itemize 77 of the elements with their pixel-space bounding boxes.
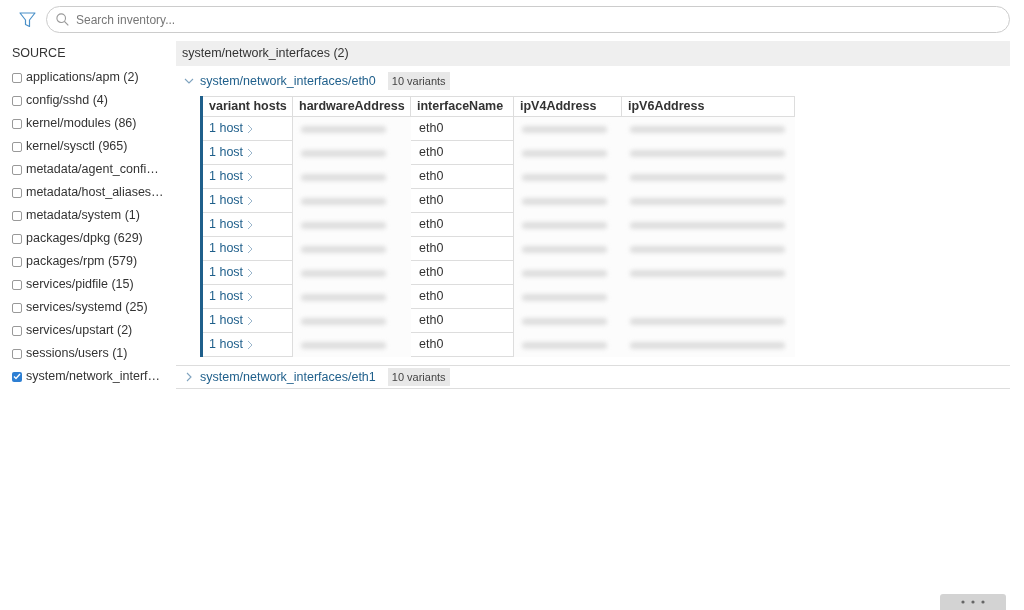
hosts-link[interactable]: 1 host xyxy=(209,287,244,306)
source-label[interactable]: packages/rpm (579) xyxy=(26,252,138,271)
source-label[interactable]: sessions/users (1) xyxy=(26,344,128,363)
column-header: interfaceName xyxy=(417,98,504,116)
hosts-link[interactable]: 1 host xyxy=(209,311,244,330)
checkbox[interactable] xyxy=(12,72,22,83)
chevron-right-icon xyxy=(247,243,254,254)
checkbox[interactable] xyxy=(12,348,22,359)
table-cell-text: eth0 xyxy=(419,216,444,234)
hosts-link[interactable]: 1 host xyxy=(209,167,244,186)
checkbox[interactable] xyxy=(12,210,22,221)
column-header: variant hosts xyxy=(209,98,287,116)
chevron-right-icon xyxy=(247,195,254,206)
table-cell-text: eth0 xyxy=(419,240,444,258)
table-cell-text: eth0 xyxy=(419,192,444,210)
checkbox[interactable] xyxy=(12,371,22,382)
section-header: system/network_interfaces (2) xyxy=(176,41,1010,66)
hosts-link[interactable]: 1 host xyxy=(209,239,244,258)
source-label[interactable]: config/sshd (4) xyxy=(26,91,108,110)
checkbox[interactable] xyxy=(12,118,22,129)
variants-badge: 10 variants xyxy=(387,367,450,387)
checkbox[interactable] xyxy=(12,325,22,336)
chevron-right-icon xyxy=(247,315,254,326)
column-header: ipV4Address xyxy=(520,98,597,116)
hosts-link[interactable]: 1 host xyxy=(209,119,244,138)
hosts-link[interactable]: 1 host xyxy=(209,215,244,234)
table-cell-text: eth0 xyxy=(419,288,444,306)
source-label[interactable]: kernel/sysctl (965) xyxy=(26,137,128,156)
table-cell-text: eth0 xyxy=(419,264,444,282)
table-cell-text: eth0 xyxy=(419,168,444,186)
panel-handle[interactable] xyxy=(940,594,1006,610)
chevron-right-icon xyxy=(247,219,254,230)
dots-icon xyxy=(961,600,985,604)
checkbox[interactable] xyxy=(12,164,22,175)
source-label[interactable]: services/systemd (25) xyxy=(26,298,148,317)
hosts-link[interactable]: 1 host xyxy=(209,263,244,282)
chevron-right-icon xyxy=(247,147,254,158)
group-link[interactable]: system/network_interfaces/eth0 xyxy=(200,71,376,91)
chevron-right-icon[interactable] xyxy=(184,372,194,382)
search-field[interactable]: Search inventory... xyxy=(46,6,1010,33)
source-label[interactable]: metadata/host_aliases… xyxy=(26,183,164,202)
source-label[interactable]: applications/apm (2) xyxy=(26,68,139,87)
chevron-right-icon xyxy=(247,291,254,302)
checkbox[interactable] xyxy=(12,279,22,290)
source-label[interactable]: kernel/modules (86) xyxy=(26,114,137,133)
hosts-link[interactable]: 1 host xyxy=(209,191,244,210)
column-header: hardwareAddress xyxy=(299,98,405,116)
source-label[interactable]: services/upstart (2) xyxy=(26,321,133,340)
hosts-link[interactable]: 1 host xyxy=(209,335,244,354)
chevron-right-icon xyxy=(247,267,254,278)
chevron-right-icon xyxy=(247,123,254,134)
filter-icon[interactable] xyxy=(19,11,36,28)
source-label[interactable]: metadata/system (1) xyxy=(26,206,140,225)
sidebar-title: SOURCE xyxy=(12,45,66,63)
checkbox[interactable] xyxy=(12,141,22,152)
chevron-right-icon xyxy=(247,171,254,182)
table-cell-text: eth0 xyxy=(419,144,444,162)
group-link[interactable]: system/network_interfaces/eth1 xyxy=(200,367,376,387)
table-cell-text: eth0 xyxy=(419,312,444,330)
checkbox[interactable] xyxy=(12,302,22,313)
column-header: ipV6Address xyxy=(628,98,705,116)
checkbox[interactable] xyxy=(12,256,22,267)
chevron-right-icon xyxy=(247,339,254,350)
search-icon xyxy=(56,13,69,26)
check-icon xyxy=(13,373,21,380)
hosts-link[interactable]: 1 host xyxy=(209,143,244,162)
source-label[interactable]: system/network_interf… xyxy=(26,367,161,386)
checkbox[interactable] xyxy=(12,95,22,106)
table-cell-text: eth0 xyxy=(419,336,444,354)
source-label[interactable]: metadata/agent_confi… xyxy=(26,160,159,179)
variants-badge: 10 variants xyxy=(387,71,450,91)
source-label[interactable]: services/pidfile (15) xyxy=(26,275,134,294)
chevron-down-icon[interactable] xyxy=(184,76,194,86)
source-label[interactable]: packages/dpkg (629) xyxy=(26,229,143,248)
checkbox[interactable] xyxy=(12,233,22,244)
checkbox[interactable] xyxy=(12,187,22,198)
table-cell-text: eth0 xyxy=(419,120,444,138)
